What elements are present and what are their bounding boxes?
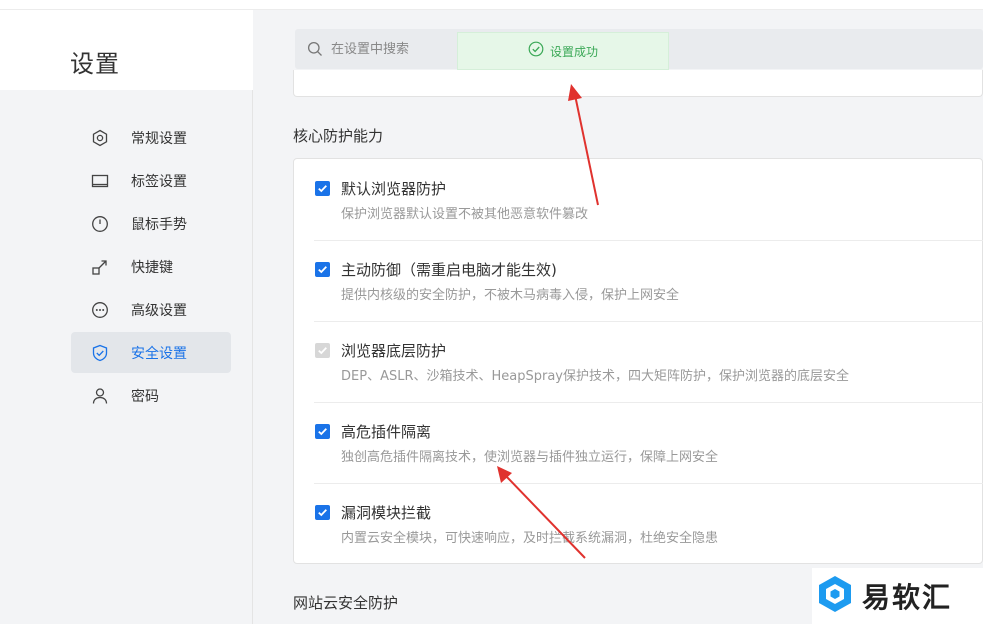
mouse-icon <box>91 215 109 233</box>
sidebar-item-general[interactable]: 常规设置 <box>71 117 231 158</box>
toast-text: 设置成功 <box>549 44 598 59</box>
sidebar-item-label: 密码 <box>131 388 159 405</box>
core-protection-card: 默认浏览器防护 保护浏览器默认设置不被其他恶意软件篡改 主动防御（需重启电脑才能… <box>293 158 983 564</box>
option-title: 主动防御（需重启电脑才能生效) <box>341 261 557 279</box>
option-description: 独创高危插件隔离技术，使浏览器与插件独立运行，保障上网安全 <box>341 450 719 465</box>
option-active-defense[interactable]: 主动防御（需重启电脑才能生效) 提供内核级的安全防护，不被木马病毒入侵，保护上网… <box>314 240 983 321</box>
checkmark-icon <box>318 509 327 517</box>
watermark-text: 易软汇 <box>862 581 953 614</box>
checkmark-icon <box>318 347 327 355</box>
page-title: 设置 <box>70 50 120 78</box>
section-title-website-cloud-protection: 网站云安全防护 <box>293 594 399 612</box>
checkmark-icon <box>318 185 327 193</box>
sidebar-item-label: 标签设置 <box>131 173 187 190</box>
option-title: 高危插件隔离 <box>341 423 432 441</box>
option-description: 保护浏览器默认设置不被其他恶意软件篡改 <box>341 207 589 222</box>
hexagon-logo-icon <box>816 574 854 618</box>
sidebar-item-mouse-gesture[interactable]: 鼠标手势 <box>71 203 231 244</box>
success-toast: 设置成功 <box>457 32 669 70</box>
checkbox-active-defense[interactable] <box>315 262 330 277</box>
option-description: DEP、ASLR、沙箱技术、HeapSpray保护技术，四大矩阵防护，保护浏览器… <box>341 369 849 384</box>
sidebar-item-label: 鼠标手势 <box>131 216 187 233</box>
option-title: 默认浏览器防护 <box>341 180 447 198</box>
sidebar-item-shortcuts[interactable]: 快捷键 <box>71 246 231 287</box>
checkmark-icon <box>318 266 327 274</box>
sidebar: 常规设置 标签设置 鼠标手势 快捷键 高级设置 安全设置 密码 <box>0 90 253 624</box>
checkbox-vulnerability-module-block[interactable] <box>315 505 330 520</box>
hexagon-gear-icon <box>91 129 109 147</box>
checkbox-default-browser-protection[interactable] <box>315 181 330 196</box>
window-top-strip <box>0 0 983 10</box>
tab-window-icon <box>91 172 109 190</box>
sidebar-item-label: 高级设置 <box>131 302 187 319</box>
option-description: 内置云安全模块，可快速响应，及时拦截系统漏洞，杜绝安全隐患 <box>341 531 719 546</box>
option-title: 漏洞模块拦截 <box>341 504 432 522</box>
option-default-browser-protection[interactable]: 默认浏览器防护 保护浏览器默认设置不被其他恶意软件篡改 <box>314 159 983 240</box>
more-circle-icon <box>91 301 109 319</box>
user-icon <box>91 387 109 405</box>
shield-check-icon <box>91 344 109 362</box>
section-title-core-protection: 核心防护能力 <box>293 127 384 145</box>
check-circle-icon <box>528 41 544 61</box>
checkmark-icon <box>318 428 327 436</box>
sidebar-item-label: 快捷键 <box>131 259 173 276</box>
sidebar-item-label: 常规设置 <box>131 130 187 147</box>
shortcut-arrow-icon <box>91 258 109 276</box>
sidebar-item-password[interactable]: 密码 <box>71 375 231 416</box>
option-title: 浏览器底层防护 <box>341 342 447 360</box>
option-description: 提供内核级的安全防护，不被木马病毒入侵，保护上网安全 <box>341 288 680 303</box>
checkbox-high-risk-plugin-isolation[interactable] <box>315 424 330 439</box>
sidebar-item-advanced[interactable]: 高级设置 <box>71 289 231 330</box>
search-input[interactable] <box>331 29 451 69</box>
sidebar-item-tabs[interactable]: 标签设置 <box>71 160 231 201</box>
option-vulnerability-module-block[interactable]: 漏洞模块拦截 内置云安全模块，可快速响应，及时拦截系统漏洞，杜绝安全隐患 <box>314 483 983 564</box>
search-icon <box>307 41 323 57</box>
checkbox-browser-low-level-protection <box>315 343 330 358</box>
sidebar-item-security[interactable]: 安全设置 <box>71 332 231 373</box>
settings-header: 设置 <box>0 10 253 90</box>
previous-settings-card <box>293 70 983 97</box>
watermark: 易软汇 <box>812 568 983 624</box>
option-high-risk-plugin-isolation[interactable]: 高危插件隔离 独创高危插件隔离技术，使浏览器与插件独立运行，保障上网安全 <box>314 402 983 483</box>
option-browser-low-level-protection: 浏览器底层防护 DEP、ASLR、沙箱技术、HeapSpray保护技术，四大矩阵… <box>314 321 983 402</box>
sidebar-item-label: 安全设置 <box>131 345 187 362</box>
